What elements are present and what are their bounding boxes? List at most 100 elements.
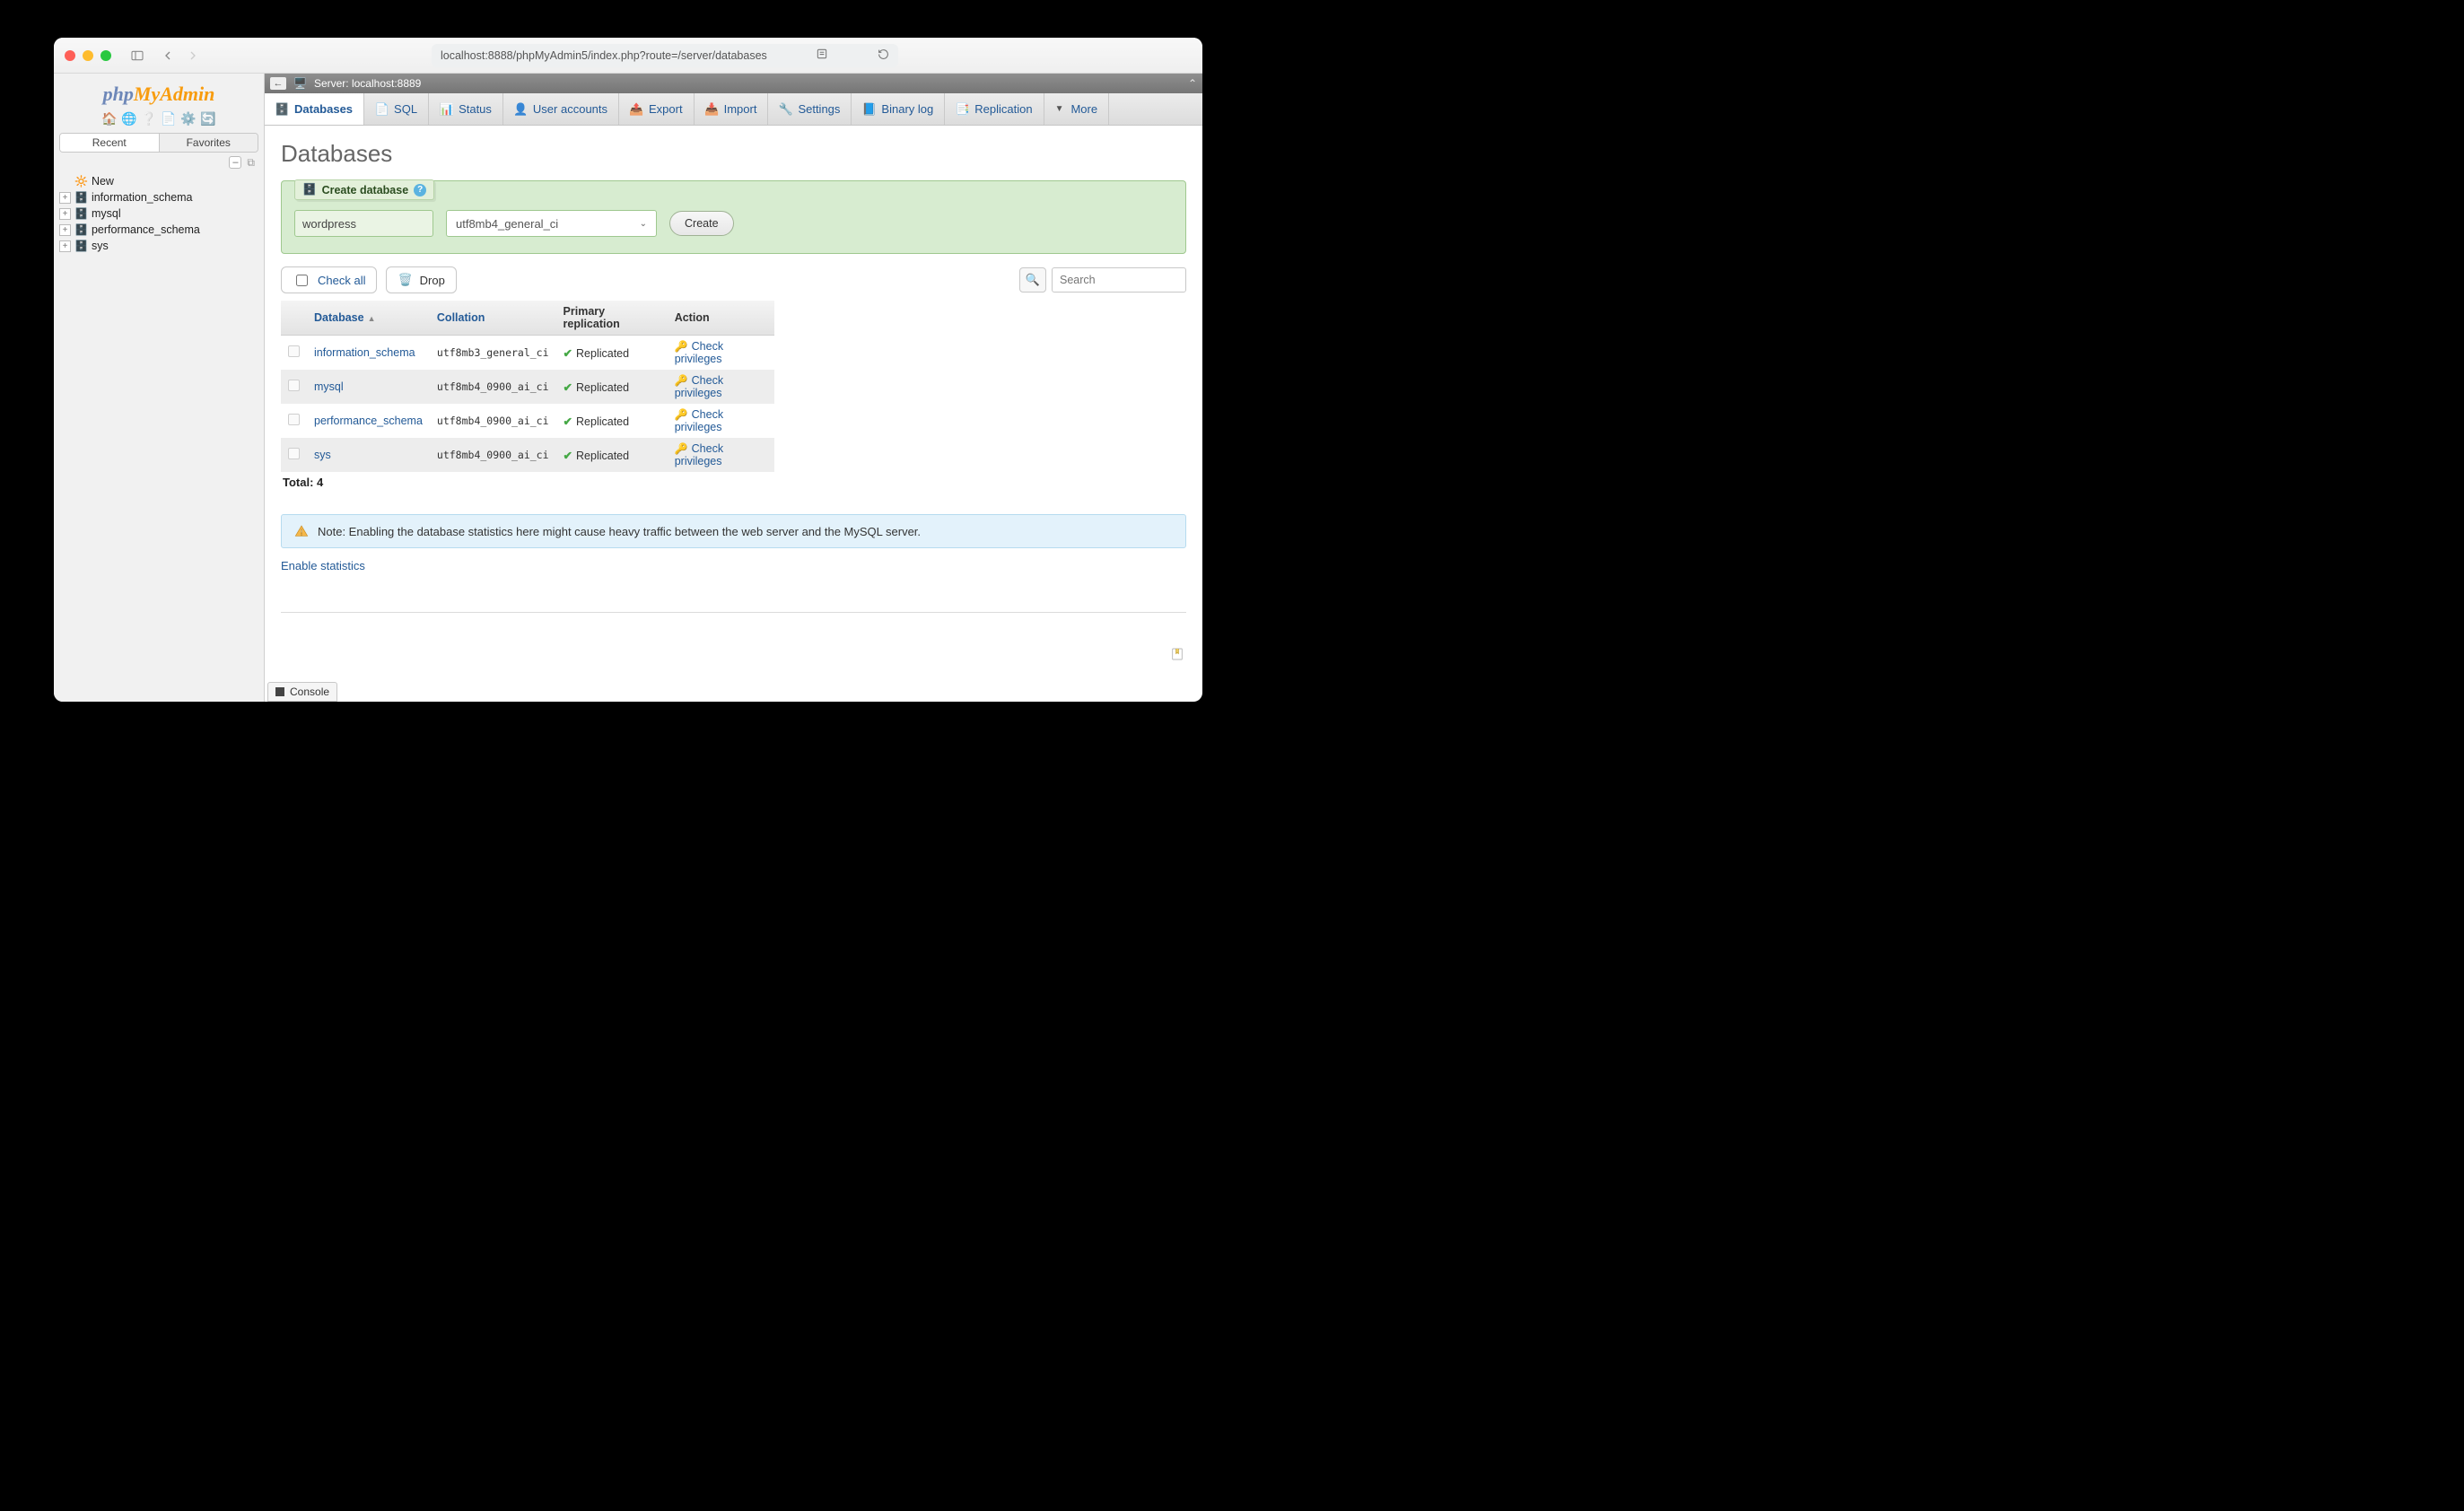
database-link[interactable]: performance_schema (314, 415, 423, 427)
nav-forward-button[interactable] (181, 46, 205, 66)
search-icon[interactable]: 🔍 (1019, 267, 1046, 293)
settings-icon[interactable]: ⚙️ (181, 111, 196, 126)
link-icon[interactable]: ⧉ (247, 156, 255, 170)
col-primary-replication: Primary replication (556, 301, 668, 336)
breadcrumb-server[interactable]: Server: localhost:8889 (314, 77, 421, 90)
privileges-icon: 🔑 (675, 442, 688, 455)
traffic-lights (65, 50, 111, 61)
collation-cell: utf8mb4_0900_ai_ci (430, 438, 556, 472)
tab-more[interactable]: ▼More (1044, 93, 1110, 125)
wrench-icon: 🔧 (779, 102, 792, 116)
replication-cell: ✔Replicated (556, 404, 668, 438)
col-action: Action (668, 301, 774, 336)
tree-item[interactable]: + 🗄️ mysql (59, 205, 258, 222)
row-checkbox[interactable] (288, 345, 300, 357)
console-label: Console (290, 686, 329, 698)
import-icon: 📥 (705, 102, 719, 116)
expand-icon[interactable]: + (59, 192, 71, 204)
app-body: phpMyAdmin 🏠 🌐 ❔ 📄 ⚙️ 🔄 Recent Favorites… (54, 74, 1202, 702)
check-all-checkbox[interactable] (296, 275, 308, 286)
tab-replication[interactable]: 📑Replication (945, 93, 1044, 125)
warning-icon (294, 524, 309, 538)
statistics-note: Note: Enabling the database statistics h… (281, 514, 1186, 548)
status-icon: 📊 (440, 102, 453, 116)
replication-cell: ✔Replicated (556, 438, 668, 472)
check-all-control[interactable]: Check all (281, 266, 377, 293)
total-count: Total: 4 (283, 476, 1184, 489)
sidebar-tabset: Recent Favorites (59, 133, 258, 153)
drop-button[interactable]: 🗑️ Drop (386, 266, 456, 293)
tab-status[interactable]: 📊Status (429, 93, 503, 125)
sidebar-toggle-icon[interactable] (126, 46, 149, 66)
database-link[interactable]: sys (314, 449, 331, 461)
tree-item-label: sys (92, 240, 109, 252)
create-database-legend: 🗄️ Create database ? (294, 179, 434, 200)
sql-tab-icon: 📄 (375, 102, 389, 116)
nav-back-button[interactable] (156, 46, 179, 66)
console-toggle[interactable]: Console (267, 682, 337, 702)
tree-item[interactable]: + 🗄️ information_schema (59, 189, 258, 205)
pin-icon[interactable]: ⌃ (1188, 77, 1197, 90)
table-row: sysutf8mb4_0900_ai_ci✔Replicated🔑Check p… (281, 438, 774, 472)
tab-users[interactable]: 👤User accounts (503, 93, 619, 125)
tab-databases[interactable]: 🗄️Databases (265, 93, 364, 125)
collation-cell: utf8mb3_general_ci (430, 336, 556, 371)
reload-nav-icon[interactable]: 🔄 (201, 111, 215, 126)
expand-icon[interactable]: + (59, 224, 71, 236)
chevron-down-icon: ⌄ (640, 219, 647, 229)
logout-icon[interactable]: 🌐 (122, 111, 136, 126)
table-row: performance_schemautf8mb4_0900_ai_ci✔Rep… (281, 404, 774, 438)
tab-sql[interactable]: 📄SQL (364, 93, 429, 125)
col-database[interactable]: Database▲ (307, 301, 430, 336)
address-bar[interactable]: localhost:8888/phpMyAdmin5/index.php?rou… (432, 44, 898, 67)
database-link[interactable]: information_schema (314, 346, 415, 359)
collation-select[interactable]: utf8mb4_general_ci ⌄ (446, 210, 657, 237)
check-icon: ✔ (564, 381, 572, 394)
minimize-window-button[interactable] (83, 50, 93, 61)
home-icon[interactable]: 🏠 (102, 111, 117, 126)
logo[interactable]: phpMyAdmin (54, 83, 264, 106)
nav-panel-back-icon[interactable]: ← (270, 77, 286, 90)
reload-icon[interactable] (878, 48, 889, 63)
tab-favorites[interactable]: Favorites (159, 134, 258, 152)
tree-new[interactable]: 🔆 New (59, 173, 258, 189)
tab-import[interactable]: 📥Import (695, 93, 769, 125)
tree-item-label: performance_schema (92, 223, 200, 236)
enable-statistics-link[interactable]: Enable statistics (281, 559, 365, 572)
database-icon: 🗄️ (74, 223, 88, 236)
create-button[interactable]: Create (669, 211, 734, 236)
logo-part2: MyAdmin (134, 83, 214, 105)
create-database-panel: 🗄️ Create database ? utf8mb4_general_ci … (281, 180, 1186, 254)
tree-item[interactable]: + 🗄️ performance_schema (59, 222, 258, 238)
database-link[interactable]: mysql (314, 380, 344, 393)
row-checkbox[interactable] (288, 414, 300, 425)
close-window-button[interactable] (65, 50, 75, 61)
users-icon: 👤 (514, 102, 528, 116)
tab-binarylog[interactable]: 📘Binary log (852, 93, 945, 125)
tab-recent[interactable]: Recent (60, 134, 159, 152)
tree-item[interactable]: + 🗄️ sys (59, 238, 258, 254)
database-name-input[interactable] (294, 210, 433, 237)
help-icon[interactable]: ? (414, 184, 426, 197)
sidebar-toolbar: 🏠 🌐 ❔ 📄 ⚙️ 🔄 (54, 111, 264, 126)
search-input[interactable] (1052, 267, 1186, 293)
server-icon: 🖥️ (293, 77, 307, 90)
row-checkbox[interactable] (288, 448, 300, 459)
create-db-icon: 🗄️ (302, 183, 317, 197)
main-panel: ← 🖥️ Server: localhost:8889 ⌃ 🗄️Database… (265, 74, 1202, 702)
collapse-all-icon[interactable]: – (229, 156, 241, 169)
col-collation[interactable]: Collation (430, 301, 556, 336)
new-db-icon: 🔆 (74, 175, 88, 188)
docs-icon[interactable]: ❔ (142, 111, 156, 126)
expand-icon[interactable]: + (59, 208, 71, 220)
row-checkbox[interactable] (288, 380, 300, 391)
tab-export[interactable]: 📤Export (619, 93, 695, 125)
tab-settings[interactable]: 🔧Settings (768, 93, 852, 125)
bookmark-icon[interactable] (1170, 646, 1184, 662)
content: Databases 🗄️ Create database ? utf8mb4_g… (265, 126, 1202, 702)
replication-icon: 📑 (956, 102, 969, 116)
fullscreen-window-button[interactable] (100, 50, 111, 61)
reader-icon[interactable] (816, 48, 828, 63)
sql-icon[interactable]: 📄 (162, 111, 176, 126)
expand-icon[interactable]: + (59, 240, 71, 252)
